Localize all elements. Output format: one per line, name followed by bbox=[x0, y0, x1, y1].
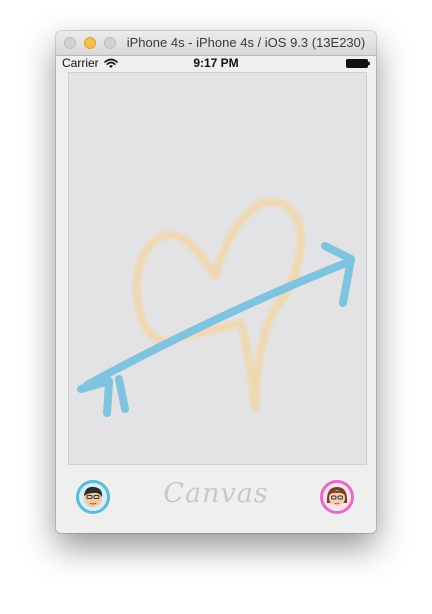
status-time: 9:17 PM bbox=[193, 56, 239, 70]
zoom-window-button[interactable] bbox=[104, 37, 116, 49]
boy-avatar-button[interactable] bbox=[76, 480, 110, 514]
bottom-bar: Canvas bbox=[56, 467, 376, 533]
girl-avatar-icon bbox=[326, 487, 348, 506]
device-screen: Carrier 9:17 PM Canvas bbox=[56, 56, 376, 533]
app-brand-label: Canvas bbox=[163, 478, 269, 509]
heart-drawing bbox=[132, 197, 305, 412]
drawing-canvas[interactable] bbox=[68, 72, 367, 465]
close-window-button[interactable] bbox=[64, 37, 76, 49]
window-title: iPhone 4s - iPhone 4s / iOS 9.3 (13E230) bbox=[126, 35, 366, 50]
girl-avatar-button[interactable] bbox=[320, 480, 354, 514]
battery-icon bbox=[346, 59, 370, 68]
simulator-window: iPhone 4s - iPhone 4s / iOS 9.3 (13E230)… bbox=[56, 31, 376, 533]
status-bar: Carrier 9:17 PM bbox=[56, 56, 376, 71]
minimize-window-button[interactable] bbox=[84, 37, 96, 49]
boy-avatar-icon bbox=[84, 486, 103, 507]
title-bar: iPhone 4s - iPhone 4s / iOS 9.3 (13E230) bbox=[56, 31, 376, 56]
